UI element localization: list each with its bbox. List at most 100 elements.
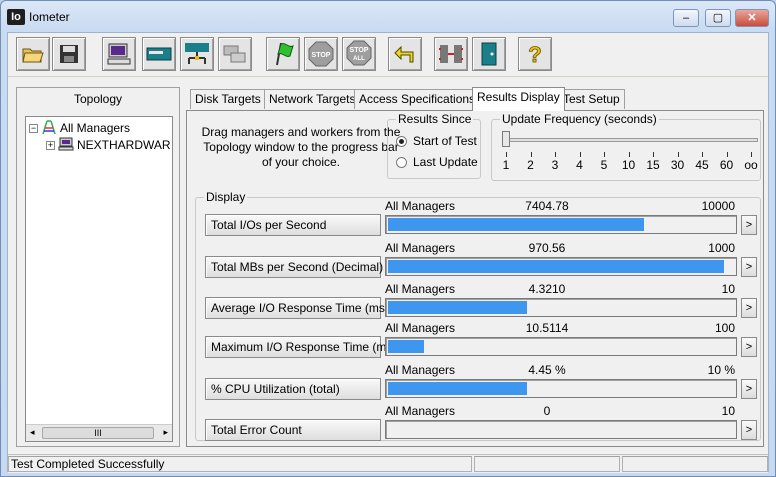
slider-tick-label: 5 <box>600 158 608 172</box>
toolbar: STOP STOP ALL ? <box>8 33 768 77</box>
metric-expand-button[interactable]: > <box>741 298 757 318</box>
reset-workers-button[interactable] <box>388 37 422 71</box>
metric-select-button[interactable]: Maximum I/O Response Time (ms) <box>205 336 396 358</box>
iometer-app-icon: Io <box>7 9 25 25</box>
stop-all-subtext: ALL <box>353 56 365 62</box>
start-flag-icon <box>276 42 294 66</box>
new-manager-icon <box>107 43 131 65</box>
radio-start-of-test[interactable]: Start of Test <box>396 134 477 148</box>
horizontal-scrollbar[interactable]: ◂ III ▸ <box>26 424 172 441</box>
metric-value: 4.45 % <box>528 363 566 377</box>
display-label: Display <box>204 190 248 204</box>
metric-expand-button[interactable]: > <box>741 215 757 235</box>
metric-scope: All Managers <box>385 241 456 255</box>
save-button[interactable] <box>52 37 86 71</box>
start-manager-button[interactable] <box>102 37 136 71</box>
metric-bar-fill <box>388 382 527 395</box>
metric-value: 4.3210 <box>528 282 566 296</box>
scroll-right-icon[interactable]: ▸ <box>163 427 168 438</box>
exit-button[interactable] <box>472 37 506 71</box>
slider-tick-label: 30 <box>670 158 685 172</box>
metric-max: 10 % <box>707 363 735 377</box>
start-tests-button[interactable] <box>266 37 300 71</box>
metric-bar-fill <box>388 340 424 353</box>
radio-label: Start of Test <box>413 134 477 148</box>
new-disk-worker-icon <box>146 47 172 61</box>
computer-icon <box>58 137 74 151</box>
metric-select-button[interactable]: Total MBs per Second (Decimal) <box>205 256 383 278</box>
metric-progress-bar[interactable] <box>385 379 737 398</box>
metric-progress-bar[interactable] <box>385 420 737 439</box>
tab-test-setup[interactable]: Test Setup <box>558 89 625 109</box>
metric-select-button[interactable]: % CPU Utilization (total) <box>205 378 381 400</box>
stop-button[interactable]: STOP <box>304 37 338 71</box>
metric-expand-button[interactable]: > <box>741 257 757 277</box>
close-button[interactable]: ✕ <box>735 9 769 27</box>
metric-max: 10 <box>721 404 735 418</box>
radio-last-update[interactable]: Last Update <box>396 155 478 169</box>
start-disk-worker-button[interactable] <box>142 37 176 71</box>
radio-label: Last Update <box>413 155 478 169</box>
maximize-icon: ▢ <box>712 12 724 24</box>
minimize-button[interactable]: ‒ <box>673 9 699 27</box>
minimize-icon: ‒ <box>682 12 690 24</box>
tree-label: NEXTHARDWAR <box>77 138 171 152</box>
metric-select-button[interactable]: Total I/Os per Second <box>205 214 381 236</box>
window-title: Iometer <box>29 10 70 24</box>
slider-tick-label: 2 <box>527 158 534 172</box>
close-icon: ✕ <box>747 12 757 24</box>
start-network-worker-button[interactable] <box>180 37 214 71</box>
slider-thumb[interactable] <box>502 131 510 147</box>
collapse-icon[interactable]: − <box>29 124 38 134</box>
slider-tick <box>506 152 507 157</box>
scroll-left-icon[interactable]: ◂ <box>30 427 35 438</box>
duplicate-worker-button[interactable] <box>218 37 252 71</box>
metric-progress-bar[interactable] <box>385 257 737 276</box>
scroll-thumb[interactable]: III <box>42 427 154 439</box>
stop-icon: STOP <box>308 41 334 67</box>
iometer-window: Io Iometer ‒ ▢ ✕ STOP STOP ALL ? Topolog… <box>0 0 776 477</box>
radio-unselected-icon <box>396 157 407 168</box>
metric-value: 0 <box>543 404 551 418</box>
metric-expand-button[interactable]: > <box>741 379 757 399</box>
tab-disk-targets[interactable]: Disk Targets <box>190 89 266 109</box>
slider-tick <box>702 152 703 157</box>
metric-progress-bar[interactable] <box>385 215 737 234</box>
metric-select-button[interactable]: Total Error Count <box>205 419 381 441</box>
open-folder-icon <box>22 48 44 63</box>
metric-select-button[interactable]: Average I/O Response Time (ms) <box>205 297 389 319</box>
status-bar: Test Completed Successfully <box>8 454 768 473</box>
maximize-button[interactable]: ▢ <box>705 9 731 27</box>
disconnect-button[interactable] <box>434 37 468 71</box>
tab-results-display[interactable]: Results Display <box>472 87 565 111</box>
metric-progress-bar[interactable] <box>385 337 737 356</box>
metric-value: 7404.78 <box>525 199 569 213</box>
slider-tick <box>530 152 532 157</box>
help-text: ? <box>528 42 541 67</box>
expand-icon[interactable]: + <box>46 141 55 151</box>
topology-tree[interactable]: − All Managers + NEXTHARDWAR ◂ III ▸ <box>25 116 173 442</box>
slider-tick-label: 4 <box>576 158 583 172</box>
exit-door-icon <box>481 42 497 66</box>
tree-item-manager[interactable]: + NEXTHARDWAR <box>46 137 171 153</box>
slider-tick <box>726 152 728 157</box>
metric-max: 10000 <box>701 199 735 213</box>
tree-item-all-managers[interactable]: − All Managers <box>29 120 130 136</box>
client-area: STOP STOP ALL ? Topology − All Managers … <box>7 32 769 473</box>
tab-access-specifications[interactable]: Access Specifications <box>354 89 481 109</box>
update-frequency-group: Update Frequency (seconds) 1 2 3 4 5 10 15 30 45… <box>491 112 761 181</box>
help-button[interactable]: ? <box>518 37 552 71</box>
tab-network-targets[interactable]: Network Targets <box>264 89 361 109</box>
stop-all-button[interactable]: STOP ALL <box>342 37 376 71</box>
metric-expand-button[interactable]: > <box>741 337 757 357</box>
metric-progress-bar[interactable] <box>385 298 737 317</box>
title-bar[interactable]: Io Iometer ‒ ▢ ✕ <box>1 1 775 31</box>
slider-tick-label: 3 <box>551 158 559 172</box>
slider-tick <box>604 152 605 157</box>
update-frequency-label: Update Frequency (seconds) <box>500 112 659 126</box>
stop-all-text: STOP <box>350 47 369 54</box>
open-button[interactable] <box>16 37 50 71</box>
metric-scope: All Managers <box>385 363 456 377</box>
metric-expand-button[interactable]: > <box>741 420 757 440</box>
update-frequency-slider[interactable] <box>502 138 758 142</box>
